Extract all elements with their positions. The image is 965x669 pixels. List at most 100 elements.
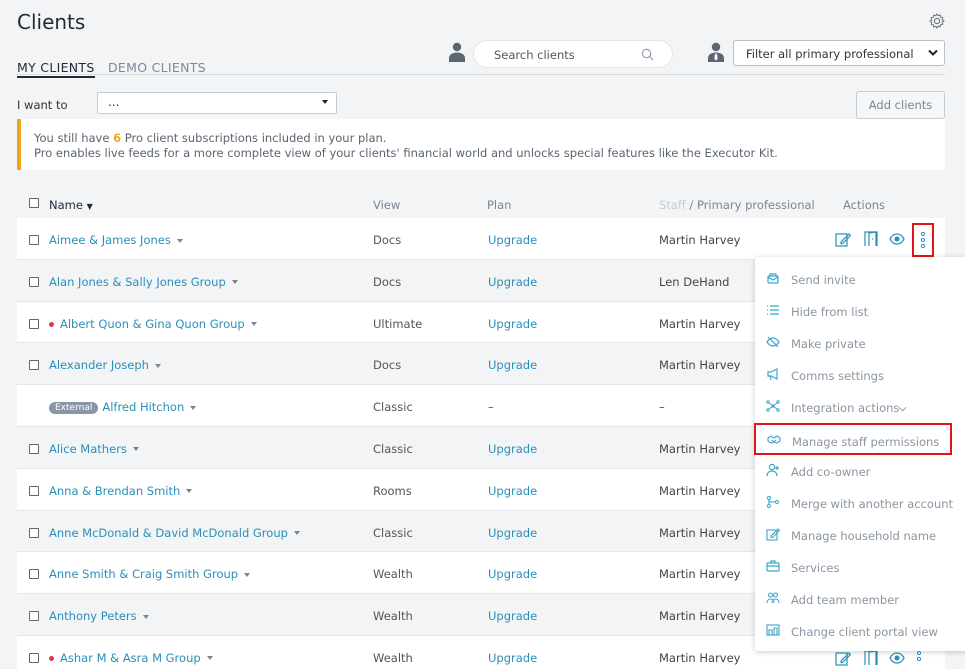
door-icon[interactable] (863, 231, 879, 247)
menu-item-label: Merge with another account (791, 497, 954, 511)
row-checkbox[interactable] (29, 485, 39, 496)
row-actions-last (835, 650, 930, 668)
caret-down-icon[interactable] (176, 238, 183, 243)
filter-selected: Filter all primary professional (746, 47, 914, 61)
caret-down-icon[interactable] (142, 614, 149, 619)
caret-down-icon[interactable] (132, 447, 139, 452)
notice-count: 6 (113, 131, 122, 145)
menu-item-manage-staff-permissions[interactable]: Manage staff permissions (754, 423, 952, 455)
client-plan[interactable]: Upgrade (488, 651, 537, 665)
menu-item-change-client-portal-view[interactable]: Change client portal view (755, 615, 965, 647)
client-plan[interactable]: Upgrade (488, 275, 537, 289)
search-icon[interactable] (641, 48, 654, 61)
client-name-text: Anne Smith & Craig Smith Group (49, 567, 239, 582)
client-staff: Martin Harvey (659, 441, 741, 456)
menu-item-send-invite[interactable]: Send invite (755, 263, 965, 295)
row-checkbox[interactable] (29, 276, 39, 287)
notice-line-2: Pro enables live feeds for a more comple… (34, 146, 778, 160)
client-name-text: Anthony Peters (49, 609, 137, 624)
caret-down-icon[interactable] (250, 322, 257, 327)
client-name-link[interactable]: External Alfred Hitchon (49, 400, 197, 414)
actions-menu: Send invite Hide from list Make private Com… (754, 257, 965, 651)
client-name-link[interactable]: Alexander Joseph (49, 358, 161, 372)
menu-item-manage-household-name[interactable]: Manage household name (755, 519, 965, 551)
row-checkbox[interactable] (29, 360, 39, 371)
client-name-text: Albert Quon & Gina Quon Group (60, 316, 245, 331)
header-name[interactable]: Name ▼ (49, 198, 93, 212)
caret-down-icon[interactable] (231, 280, 238, 285)
client-name-text: Ashar M & Asra M Group (60, 650, 201, 665)
menu-item-add-team-member[interactable]: Add team member (755, 583, 965, 615)
menu-item-merge-with-another-account[interactable]: Merge with another account (755, 487, 965, 519)
client-plan[interactable]: Upgrade (488, 484, 537, 498)
row-checkbox[interactable] (29, 443, 39, 454)
filter-professional-select[interactable]: Filter all primary professional (733, 40, 945, 66)
eye-off-icon (766, 336, 780, 348)
row-actions (835, 231, 915, 249)
client-plan[interactable]: Upgrade (488, 358, 537, 372)
menu-item-integration-actions[interactable]: Integration actions (755, 391, 965, 423)
client-name-link[interactable]: Ashar M & Asra M Group (49, 651, 213, 665)
view-eye-icon[interactable] (889, 231, 905, 247)
tab-my-clients[interactable]: MY CLIENTS (17, 60, 95, 78)
caret-down-icon[interactable] (206, 656, 213, 661)
row-checkbox[interactable] (29, 652, 39, 663)
caret-down-icon[interactable] (244, 572, 251, 577)
chevron-down-icon (928, 49, 938, 56)
client-name-text: Alan Jones & Sally Jones Group (49, 274, 226, 289)
caret-down-icon[interactable] (293, 531, 300, 536)
client-plan[interactable]: Upgrade (488, 609, 537, 623)
menu-item-label: Add team member (791, 593, 899, 607)
client-name-link[interactable]: Anne Smith & Craig Smith Group (49, 567, 251, 582)
client-view: Ultimate (373, 316, 423, 331)
client-plan[interactable]: Upgrade (488, 442, 537, 456)
caret-down-icon[interactable] (190, 405, 197, 410)
menu-item-hide-from-list[interactable]: Hide from list (755, 295, 965, 327)
gear-icon[interactable] (928, 12, 946, 30)
client-name-link[interactable]: Anna & Brendan Smith (49, 483, 193, 498)
client-plan[interactable]: Upgrade (488, 567, 537, 581)
menu-item-add-co-owner[interactable]: Add co-owner (755, 455, 965, 487)
client-plan[interactable]: Upgrade (488, 526, 537, 540)
menu-item-comms-settings[interactable]: Comms settings (755, 359, 965, 391)
door-icon[interactable] (863, 650, 879, 666)
add-clients-button[interactable]: Add clients (856, 91, 945, 119)
client-name-link[interactable]: Aimee & James Jones (49, 233, 183, 247)
caret-down-icon[interactable] (154, 363, 161, 368)
client-name-link[interactable]: Anthony Peters (49, 609, 149, 623)
select-all-checkbox[interactable] (29, 198, 39, 208)
client-view: Classic (373, 400, 413, 415)
megaphone-icon (767, 368, 778, 381)
client-name-link[interactable]: Anne McDonald & David McDonald Group (49, 526, 300, 540)
client-name-link[interactable]: Alan Jones & Sally Jones Group (49, 275, 238, 289)
client-name-text: Alice Mathers (49, 441, 127, 456)
client-plan[interactable]: Upgrade (488, 317, 537, 331)
client-staff: Martin Harvey (659, 525, 741, 540)
client-name-link[interactable]: Albert Quon & Gina Quon Group (49, 317, 257, 331)
row-checkbox[interactable] (29, 611, 39, 622)
menu-item-make-private[interactable]: Make private (755, 327, 965, 359)
client-plan[interactable]: Upgrade (488, 233, 537, 247)
row-checkbox[interactable] (29, 527, 39, 538)
i-want-select[interactable]: ... (97, 92, 337, 114)
view-eye-icon[interactable] (889, 650, 905, 666)
client-name-text: Anna & Brendan Smith (49, 483, 181, 498)
subscription-notice: You still have 6 Pro client subscription… (17, 119, 945, 170)
row-checkbox[interactable] (29, 569, 39, 580)
tab-demo-clients[interactable]: DEMO CLIENTS (108, 60, 206, 75)
caret-down-icon[interactable] (186, 489, 193, 494)
more-actions-button[interactable] (912, 223, 934, 257)
portal-icon (766, 624, 780, 636)
row-checkbox[interactable] (29, 318, 39, 329)
search-box[interactable]: Search clients (473, 40, 673, 68)
row-checkbox[interactable] (29, 235, 39, 245)
edit-notes-icon[interactable] (835, 231, 851, 247)
search-input[interactable]: Search clients (494, 48, 575, 62)
edit-notes-icon[interactable] (835, 650, 851, 666)
more-vertical-icon[interactable] (915, 650, 923, 666)
person-icon (449, 42, 465, 62)
client-view: Rooms (373, 483, 412, 498)
menu-item-label: Comms settings (791, 369, 884, 383)
client-name-link[interactable]: Alice Mathers (49, 442, 139, 456)
menu-item-services[interactable]: Services (755, 551, 965, 583)
